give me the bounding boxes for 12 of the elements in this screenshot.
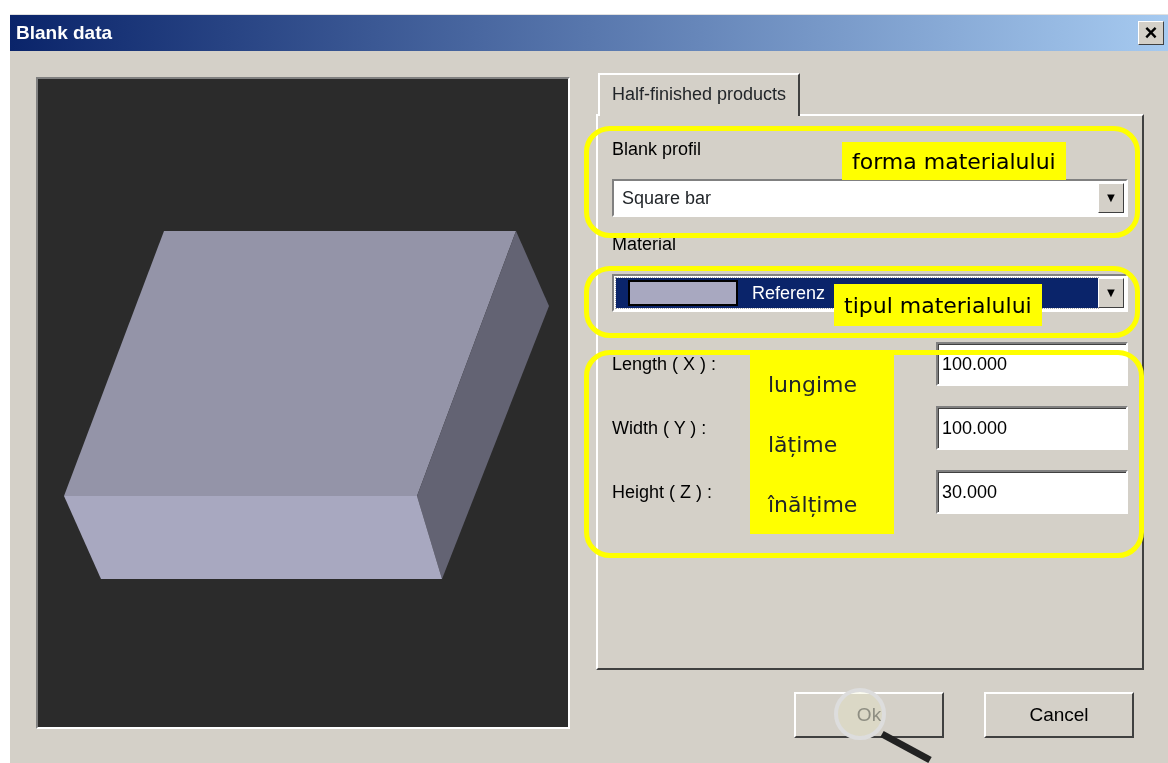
- annotation-text: lățime: [768, 430, 839, 459]
- field-label: Height ( Z ) :: [612, 480, 713, 504]
- field-label: Blank profil: [612, 138, 702, 161]
- annotation-text: lungime: [768, 370, 859, 399]
- field-label: Width ( Y ) :: [612, 416, 707, 440]
- annotation-text: înălțime: [768, 490, 859, 519]
- annotation-tooltip: forma materialului: [842, 142, 1066, 180]
- window-title: Blank data: [16, 20, 113, 45]
- dropdown-value: Square bar: [621, 186, 713, 210]
- annotation-tooltip: tipul materialului: [834, 284, 1042, 326]
- field-label: Length ( X ) :: [612, 352, 717, 376]
- field-label: Material: [612, 233, 677, 256]
